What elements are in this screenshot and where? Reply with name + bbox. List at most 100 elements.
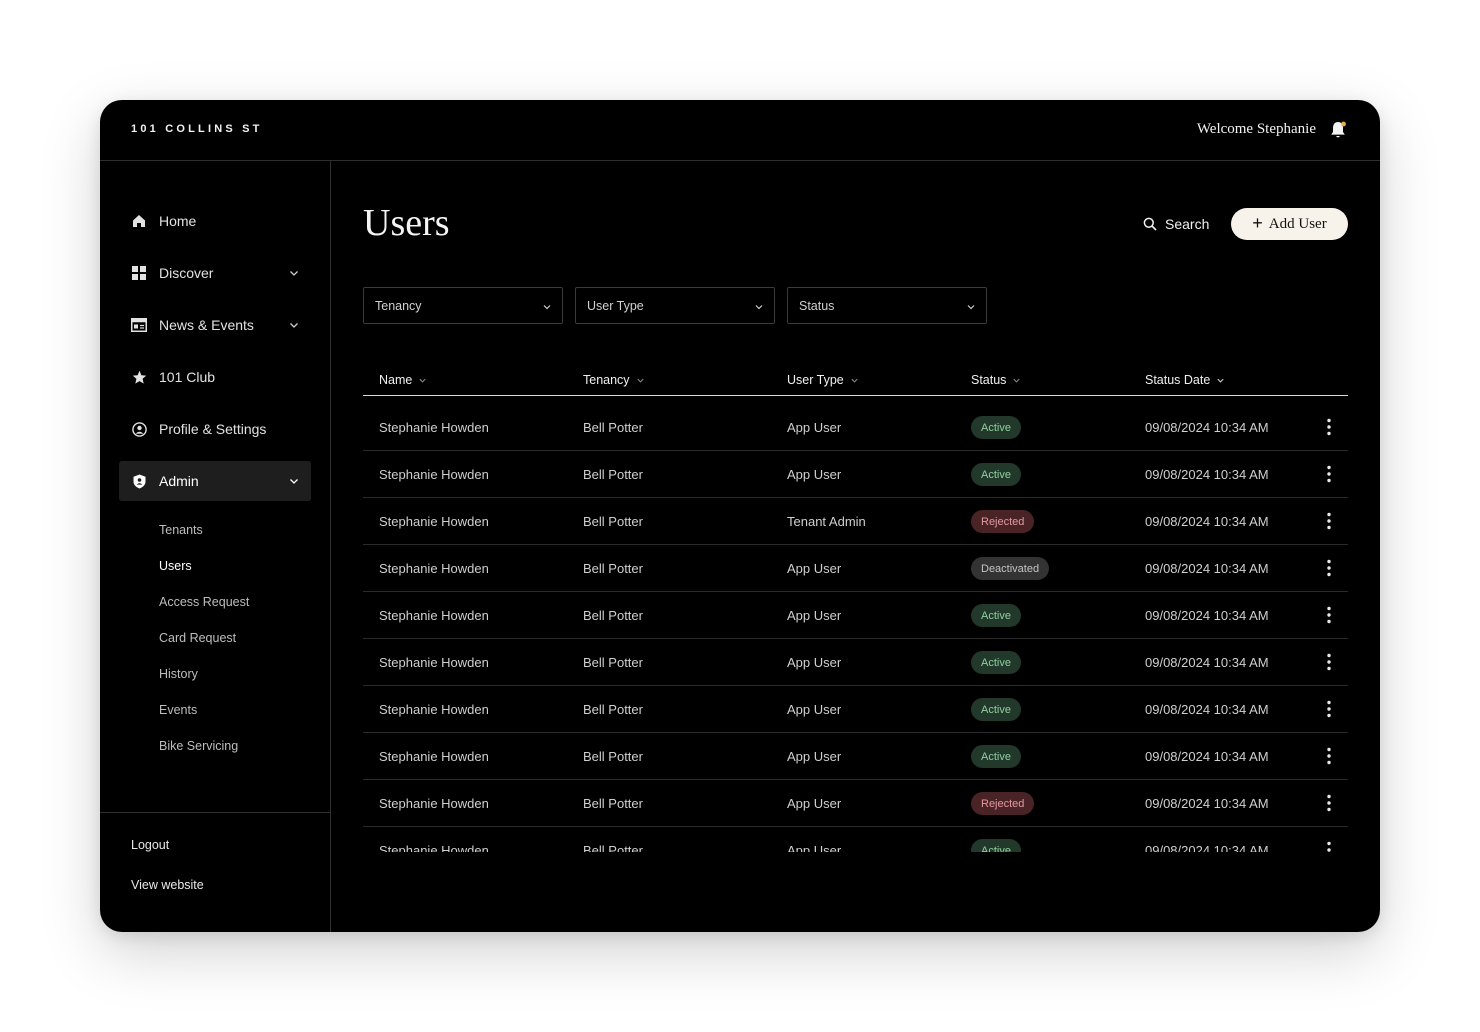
view-website-link[interactable]: View website bbox=[131, 878, 204, 892]
search-button[interactable]: Search bbox=[1143, 214, 1209, 234]
top-bar: 101 COLLINS ST Welcome Stephanie bbox=[100, 100, 1380, 161]
tenancy-cell: Bell Potter bbox=[583, 608, 643, 623]
filter-label: User Type bbox=[587, 298, 644, 313]
logout-link[interactable]: Logout bbox=[131, 838, 169, 852]
column-header-status-date[interactable]: Status Date bbox=[1145, 373, 1225, 387]
sidebar-item-profile-settings[interactable]: Profile & Settings bbox=[119, 409, 311, 449]
tenancy-cell: Bell Potter bbox=[583, 749, 643, 764]
sidebar-sub-events[interactable]: Events bbox=[159, 703, 197, 717]
column-header-status[interactable]: Status bbox=[971, 373, 1021, 387]
more-options-icon[interactable] bbox=[1327, 465, 1331, 483]
sidebar-item-label: Admin bbox=[159, 473, 199, 489]
column-label: Name bbox=[379, 373, 413, 387]
status-date-cell: 09/08/2024 10:34 AM bbox=[1145, 655, 1269, 670]
sidebar-sub-users[interactable]: Users bbox=[159, 559, 192, 573]
sidebar-item-label: Profile & Settings bbox=[159, 421, 267, 437]
status-filter[interactable]: Status bbox=[787, 287, 987, 324]
sidebar-divider bbox=[100, 812, 330, 813]
more-options-icon[interactable] bbox=[1327, 512, 1331, 530]
user-name-cell: Stephanie Howden bbox=[379, 843, 489, 852]
sort-chevron-icon bbox=[419, 378, 426, 383]
user-type-cell: App User bbox=[787, 843, 842, 852]
sidebar-sub-bike-servicing[interactable]: Bike Servicing bbox=[159, 739, 238, 753]
more-options-icon[interactable] bbox=[1327, 606, 1331, 624]
bell-icon[interactable] bbox=[1329, 120, 1347, 140]
column-label: Status Date bbox=[1145, 373, 1211, 387]
welcome-text: Welcome Stephanie bbox=[1196, 121, 1316, 137]
shield-icon bbox=[131, 473, 147, 489]
table-row[interactable]: Stephanie Howden Bell Potter App User Activ… bbox=[363, 827, 1348, 852]
chevron-down-icon bbox=[288, 474, 300, 486]
more-options-icon[interactable] bbox=[1327, 559, 1331, 577]
more-options-icon[interactable] bbox=[1327, 418, 1331, 436]
table-row[interactable]: Stephanie Howden Bell Potter App User Activ… bbox=[363, 404, 1348, 451]
user-type-cell: App User bbox=[787, 561, 842, 576]
sidebar-item-label: 101 Club bbox=[159, 369, 216, 385]
sort-chevron-icon bbox=[851, 378, 858, 383]
sidebar-sub-history[interactable]: History bbox=[159, 667, 198, 681]
table-row[interactable]: Stephanie Howden Bell Potter App User Activ… bbox=[363, 686, 1348, 733]
table-row[interactable]: Stephanie Howden Bell Potter App User Rejec… bbox=[363, 780, 1348, 827]
status-badge: Active bbox=[971, 745, 1021, 768]
main-content: Users Search + Add User Tenancy User Typ… bbox=[331, 161, 1380, 932]
user-name-cell: Stephanie Howden bbox=[379, 796, 489, 811]
tenancy-cell: Bell Potter bbox=[583, 843, 643, 852]
user-type-cell: App User bbox=[787, 420, 842, 435]
sidebar-item-home[interactable]: Home bbox=[119, 201, 311, 241]
sidebar-sub-tenants[interactable]: Tenants bbox=[159, 523, 203, 537]
column-header-user-type[interactable]: User Type bbox=[787, 373, 859, 387]
table-row[interactable]: Stephanie Howden Bell Potter Tenant Admin R… bbox=[363, 498, 1348, 545]
user-type-filter[interactable]: User Type bbox=[575, 287, 775, 324]
sidebar: Home Discover News & Events 101 Club Pro… bbox=[100, 161, 331, 932]
filter-label: Status bbox=[799, 298, 835, 313]
add-user-button[interactable]: + Add User bbox=[1231, 208, 1348, 240]
tenancy-cell: Bell Potter bbox=[583, 514, 643, 529]
user-type-cell: App User bbox=[787, 702, 842, 717]
user-circle-icon bbox=[131, 421, 147, 437]
status-date-cell: 09/08/2024 10:34 AM bbox=[1145, 561, 1269, 576]
more-options-icon[interactable] bbox=[1327, 794, 1331, 812]
status-badge: Deactivated bbox=[971, 557, 1050, 580]
tenancy-cell: Bell Potter bbox=[583, 796, 643, 811]
status-date-cell: 09/08/2024 10:34 AM bbox=[1145, 843, 1269, 852]
sidebar-sub-access-request[interactable]: Access Request bbox=[159, 595, 249, 609]
user-type-cell: App User bbox=[787, 608, 842, 623]
column-header-name[interactable]: Name bbox=[379, 373, 427, 387]
status-date-cell: 09/08/2024 10:34 AM bbox=[1145, 608, 1269, 623]
chevron-down-icon bbox=[288, 318, 300, 330]
status-badge: Active bbox=[971, 604, 1021, 627]
sidebar-item-news-events[interactable]: News & Events bbox=[119, 305, 311, 345]
table-row[interactable]: Stephanie Howden Bell Potter App User Activ… bbox=[363, 733, 1348, 780]
table-row[interactable]: Stephanie Howden Bell Potter App User Activ… bbox=[363, 592, 1348, 639]
tenancy-cell: Bell Potter bbox=[583, 702, 643, 717]
more-options-icon[interactable] bbox=[1327, 700, 1331, 718]
search-label: Search bbox=[1165, 216, 1210, 232]
page-title: Users bbox=[363, 202, 450, 244]
status-badge: Active bbox=[971, 416, 1021, 439]
plus-icon: + bbox=[1252, 212, 1263, 233]
more-options-icon[interactable] bbox=[1327, 653, 1331, 671]
column-label: Status bbox=[971, 373, 1007, 387]
user-type-cell: App User bbox=[787, 655, 842, 670]
status-date-cell: 09/08/2024 10:34 AM bbox=[1145, 749, 1269, 764]
user-name-cell: Stephanie Howden bbox=[379, 420, 489, 435]
sidebar-sub-card-request[interactable]: Card Request bbox=[159, 631, 236, 645]
more-options-icon[interactable] bbox=[1327, 841, 1331, 852]
logo[interactable]: 101 COLLINS ST bbox=[131, 123, 263, 135]
column-header-tenancy[interactable]: Tenancy bbox=[583, 373, 645, 387]
sidebar-item-discover[interactable]: Discover bbox=[119, 253, 311, 293]
filter-label: Tenancy bbox=[375, 298, 422, 313]
status-badge: Active bbox=[971, 651, 1021, 674]
user-name-cell: Stephanie Howden bbox=[379, 608, 489, 623]
table-row[interactable]: Stephanie Howden Bell Potter App User Activ… bbox=[363, 451, 1348, 498]
table-row[interactable]: Stephanie Howden Bell Potter App User Activ… bbox=[363, 639, 1348, 686]
tenancy-filter[interactable]: Tenancy bbox=[363, 287, 563, 324]
sidebar-item-101-club[interactable]: 101 Club bbox=[119, 357, 311, 397]
more-options-icon[interactable] bbox=[1327, 747, 1331, 765]
user-type-cell: App User bbox=[787, 467, 842, 482]
sidebar-item-admin[interactable]: Admin bbox=[119, 461, 311, 501]
status-badge: Active bbox=[971, 463, 1021, 486]
add-user-label: Add User bbox=[1268, 215, 1327, 232]
table-row[interactable]: Stephanie Howden Bell Potter App User Deact… bbox=[363, 545, 1348, 592]
calendar-icon bbox=[131, 317, 147, 333]
